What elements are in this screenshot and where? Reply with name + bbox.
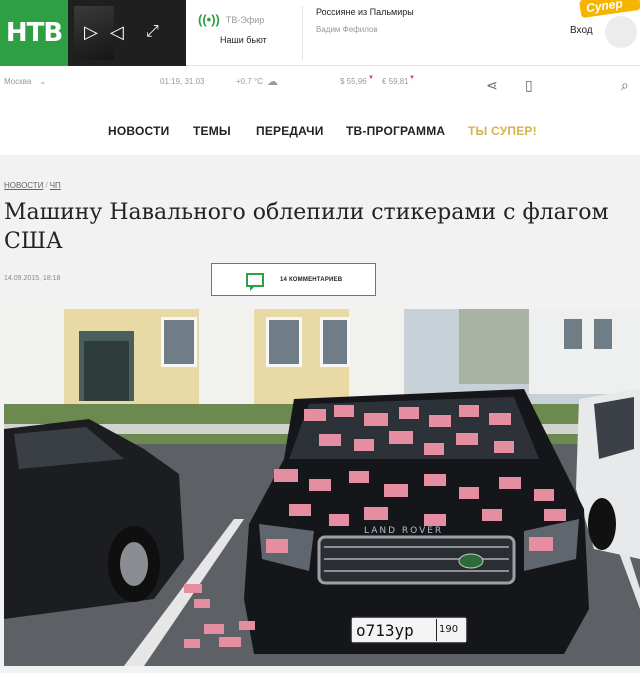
play-icon[interactable]: ▷ (84, 22, 98, 42)
comments-button[interactable]: 14 КОММЕНТАРИЕВ (211, 263, 376, 296)
city-label: Москва (4, 77, 32, 86)
nav-topics[interactable]: ТЕМЫ (193, 124, 231, 138)
city-select[interactable]: Москва ⌄ (4, 77, 46, 86)
feature-item[interactable]: Россияне из Пальмиры Вадим Фефилов (316, 7, 414, 34)
live-block[interactable]: ((•)) ТВ-Эфир Наши бьют (198, 12, 298, 45)
photo-illustration: LAND ROVER о713ур 190 (4, 309, 640, 666)
usd-trend-icon: ▼ (368, 75, 374, 81)
plate-number: о713ур (356, 621, 414, 640)
live-player[interactable]: ▷ ◁ ⤢ (68, 0, 186, 66)
comment-icon (246, 272, 264, 291)
breadcrumb-news[interactable]: НОВОСТИ (4, 181, 43, 190)
page-title: Машину Навального облепили стикерами с ф… (4, 200, 609, 254)
cloud-icon: ☁ (267, 76, 278, 88)
share-icon[interactable]: ⋖ (486, 77, 498, 94)
nav-news[interactable]: НОВОСТИ (108, 124, 169, 138)
breadcrumb-incident[interactable]: ЧП (50, 181, 61, 190)
nav-shows[interactable]: ПЕРЕДАЧИ (256, 124, 324, 138)
fullscreen-icon[interactable]: ⤢ (146, 22, 159, 42)
logo-text: НТВ (5, 18, 63, 48)
comments-label: 14 КОММЕНТАРИЕВ (280, 276, 343, 283)
user-avatar[interactable] (605, 16, 637, 48)
car-badge: LAND ROVER (364, 526, 443, 536)
live-title[interactable]: Наши бьют (220, 35, 298, 45)
ntv-logo[interactable]: НТВ (0, 0, 68, 66)
divider (302, 6, 303, 60)
broadcast-icon: ((•)) (198, 12, 220, 27)
article: НОВОСТИ / ЧП Машину Навального облепили ст… (0, 156, 640, 673)
eur-trend-icon: ▼ (409, 75, 415, 81)
eur-rate: € 59,81 (382, 77, 409, 86)
usd-rate: $ 55,96 (340, 77, 367, 86)
volume-icon[interactable]: ◁ (110, 22, 124, 42)
nav-promo[interactable]: ТЫ СУПЕР! (468, 124, 537, 138)
feature-author: Вадим Фефилов (316, 25, 378, 34)
breadcrumb: НОВОСТИ / ЧП (4, 181, 61, 190)
mobile-icon[interactable]: ▯ (525, 77, 533, 94)
search-icon[interactable]: ⌕ (621, 77, 629, 94)
temperature: +0.7 °C (236, 77, 263, 86)
datetime: 01:19, 31.03 (160, 77, 205, 86)
article-photo[interactable]: LAND ROVER о713ур 190 (4, 309, 640, 666)
chevron-down-icon: ⌄ (39, 77, 47, 86)
feature-title[interactable]: Россияне из Пальмиры (316, 7, 414, 17)
top-bar: НТВ ▷ ◁ ⤢ ((•)) ТВ-Эфир Наши бьют Россия… (0, 0, 640, 66)
info-bar: Москва ⌄ 01:19, 31.03 +0.7 °C ☁ $ 55,96 … (0, 66, 640, 100)
main-nav: НОВОСТИ ТЕМЫ ПЕРЕДАЧИ ТВ-ПРОГРАММА ТЫ СУ… (0, 100, 640, 156)
plate-region: 190 (439, 624, 458, 635)
promo-badge[interactable]: Супер (579, 0, 640, 19)
nav-tv-guide[interactable]: ТВ-ПРОГРАММА (346, 124, 445, 138)
live-label: ТВ-Эфир (225, 14, 265, 25)
publish-date: 14.09.2015, 18:18 (4, 275, 61, 282)
login-link[interactable]: Вход (570, 25, 593, 36)
